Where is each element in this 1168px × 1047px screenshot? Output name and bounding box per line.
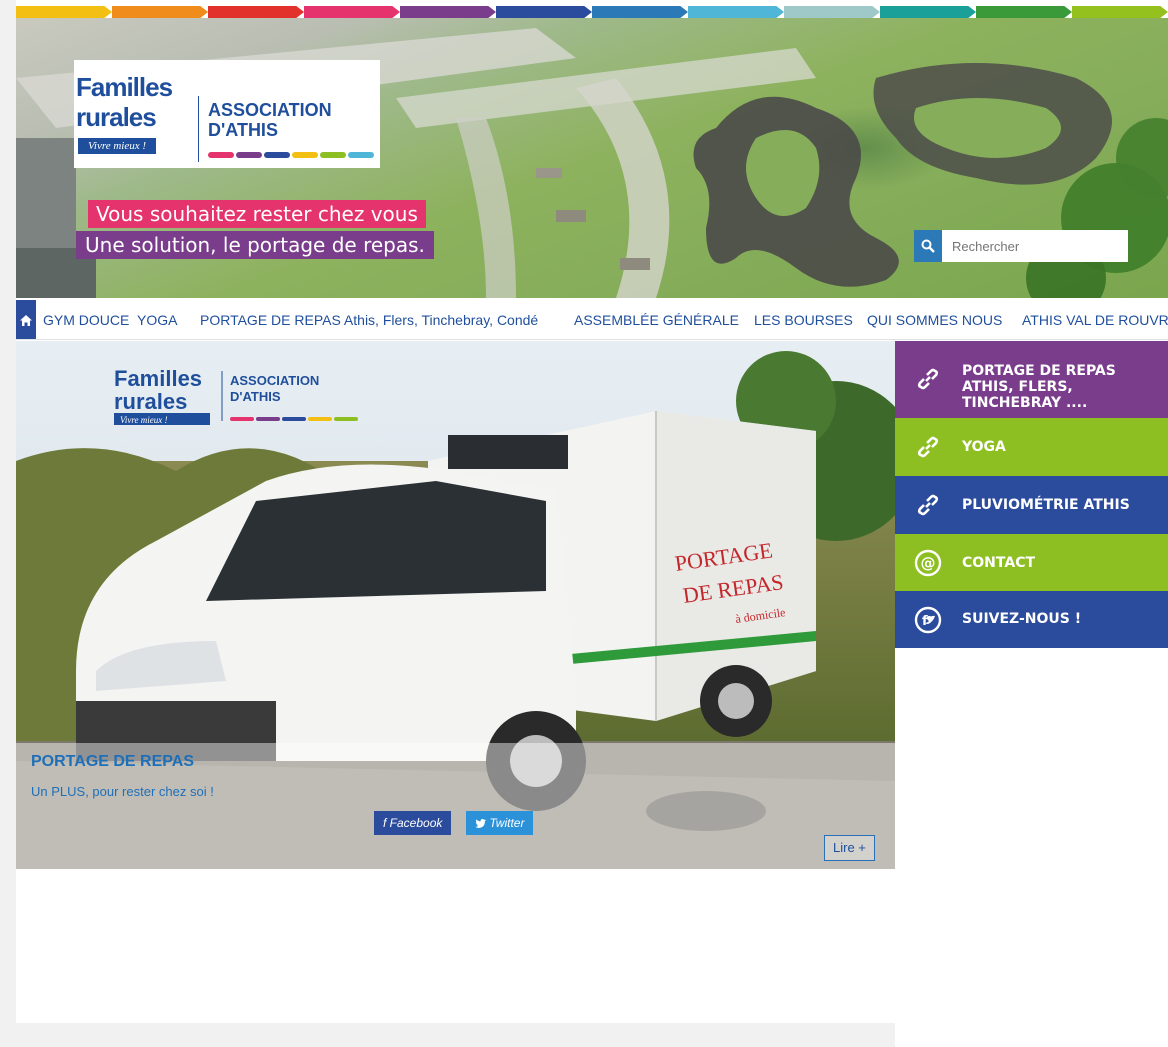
color-band xyxy=(16,6,1168,18)
left-margin xyxy=(0,0,16,1047)
header-tagline-1: Vous souhaitez rester chez vous xyxy=(88,200,426,228)
header-banner: Familles rurales Vivre mieux ! ASSOCIATI… xyxy=(16,18,1168,298)
page: Familles rurales Vivre mieux ! ASSOCIATI… xyxy=(0,0,1168,1047)
nav-item-qui-sommes-nous[interactable]: QUI SOMMES NOUS xyxy=(867,312,1002,328)
sidebar: PORTAGE DE REPAS ATHIS, FLERS, TINCHEBRA… xyxy=(895,341,1168,1047)
sidebar-label-contact: CONTACT xyxy=(962,555,1036,571)
link-icon xyxy=(913,490,943,520)
link-icon xyxy=(913,432,943,462)
sidebar-item-contact[interactable]: @ CONTACT xyxy=(895,534,1168,591)
home-icon xyxy=(20,314,32,326)
nav-item-athis-val-de-rouvre[interactable]: ATHIS VAL DE ROUVRE xyxy=(1022,312,1168,328)
link-icon xyxy=(913,364,943,394)
color-band-segment xyxy=(16,6,112,18)
color-band-segment xyxy=(1072,6,1168,18)
color-band-segment xyxy=(688,6,784,18)
sidebar-item-portage[interactable]: PORTAGE DE REPAS ATHIS, FLERS, TINCHEBRA… xyxy=(895,341,1168,418)
sidebar-label-yoga: YOGA xyxy=(962,439,1006,455)
svg-text:f: f xyxy=(922,614,928,629)
slide-logo-assoc1: ASSOCIATION xyxy=(230,373,319,388)
twitter-icon xyxy=(475,819,486,828)
facebook-share-button[interactable]: f Facebook xyxy=(374,811,452,835)
slide-logo-line1: Familles xyxy=(114,366,202,391)
social-icon: f xyxy=(913,605,943,635)
featured-slider[interactable]: PORTAGE DE REPAS à domicile Familles rur… xyxy=(16,341,895,869)
twitter-share-button[interactable]: Twitter xyxy=(466,811,534,835)
slide-title[interactable]: PORTAGE DE REPAS xyxy=(31,753,194,771)
color-band-segment xyxy=(112,6,208,18)
logo-tagline: Vivre mieux ! xyxy=(78,138,156,154)
slide-text: Un PLUS, pour rester chez soi ! xyxy=(31,784,214,799)
color-band-segment xyxy=(304,6,400,18)
sidebar-label-portage: PORTAGE DE REPAS ATHIS, FLERS, TINCHEBRA… xyxy=(962,363,1116,411)
sidebar-item-yoga[interactable]: YOGA xyxy=(895,418,1168,476)
search-icon xyxy=(921,239,935,253)
color-band-segment xyxy=(976,6,1072,18)
color-band-segment xyxy=(400,6,496,18)
color-band-segment xyxy=(784,6,880,18)
at-icon: @ xyxy=(913,548,943,578)
logo-assoc-line2: D'ATHIS xyxy=(208,120,278,140)
logo-association: ASSOCIATION D'ATHIS xyxy=(208,100,332,140)
sidebar-item-suivez-nous[interactable]: f SUIVEZ-NOUS ! xyxy=(895,591,1168,648)
site-logo[interactable]: Familles rurales Vivre mieux ! ASSOCIATI… xyxy=(74,60,380,168)
logo-line2: rurales xyxy=(76,102,157,132)
search-button[interactable] xyxy=(914,230,942,262)
color-band-segment xyxy=(880,6,976,18)
search-box xyxy=(914,230,1128,262)
logo-line1: Familles xyxy=(76,72,173,102)
svg-text:@: @ xyxy=(921,554,936,572)
slide-logo-tagline: Vivre mieux ! xyxy=(120,415,167,425)
nav-home-button[interactable] xyxy=(16,300,36,339)
footer-strip xyxy=(16,1023,895,1047)
sidebar-label-suivez-nous: SUIVEZ-NOUS ! xyxy=(962,611,1082,627)
twitter-label: Twitter xyxy=(489,816,525,830)
nav-item-yoga[interactable]: YOGA xyxy=(137,312,177,328)
logo-separator xyxy=(198,96,199,162)
logo-assoc-line1: ASSOCIATION xyxy=(208,100,332,120)
nav-item-gym-douce[interactable]: GYM DOUCE xyxy=(43,312,129,328)
slide-logo-line2: rurales xyxy=(114,389,187,414)
slide-logo-assoc2: D'ATHIS xyxy=(230,389,281,404)
nav-item-assemblee[interactable]: ASSEMBLÉE GÉNÉRALE xyxy=(574,312,739,328)
nav-item-bourses[interactable]: LES BOURSES xyxy=(754,312,853,328)
search-input[interactable] xyxy=(942,230,1128,262)
sidebar-label-pluviometrie: PLUVIOMÉTRIE ATHIS xyxy=(962,497,1130,513)
logo-color-bars xyxy=(208,152,374,158)
slide-caption: PORTAGE DE REPAS Un PLUS, pour rester ch… xyxy=(16,743,895,869)
nav-item-portage[interactable]: PORTAGE DE REPAS Athis, Flers, Tinchebra… xyxy=(200,312,538,328)
color-band-segment xyxy=(496,6,592,18)
read-more-button[interactable]: Lire + xyxy=(824,835,875,861)
color-band-segment xyxy=(208,6,304,18)
color-band-segment xyxy=(592,6,688,18)
sidebar-item-pluviometrie[interactable]: PLUVIOMÉTRIE ATHIS xyxy=(895,476,1168,534)
header-tagline-2: Une solution, le portage de repas. xyxy=(76,231,434,259)
main-nav: GYM DOUCE YOGA PORTAGE DE REPAS Athis, F… xyxy=(16,300,1168,340)
